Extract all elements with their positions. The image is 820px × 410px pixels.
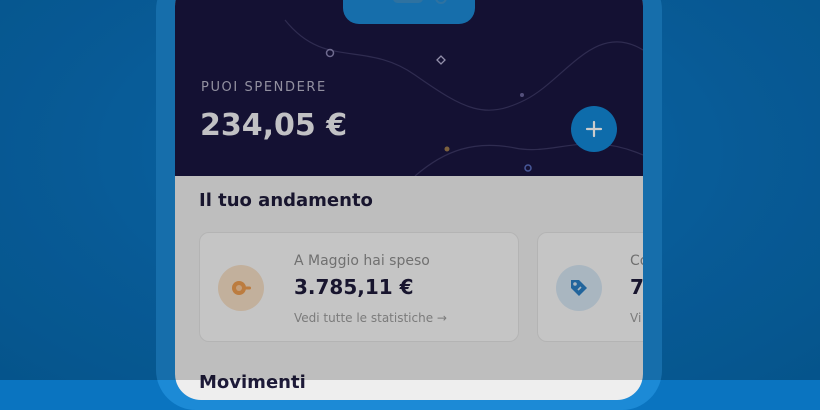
balance-value: 234,05 € xyxy=(200,108,348,143)
card-label: A Maggio hai speso xyxy=(294,253,430,269)
next-section-title: Movimenti xyxy=(199,372,306,393)
tag-icon xyxy=(556,265,602,311)
add-button[interactable] xyxy=(571,106,617,152)
card-label: Co xyxy=(630,253,643,269)
camera-icon xyxy=(435,0,447,4)
phone-notch xyxy=(343,0,475,24)
section-title: Il tuo andamento xyxy=(199,190,373,211)
phone-screen: PUOI SPENDERE 234,05 € Il tuo andamento … xyxy=(175,0,643,400)
card-value: 3.785,11 € xyxy=(294,275,414,299)
statistics-link[interactable]: Vedi tutte le statistiche → xyxy=(294,311,447,325)
card-link[interactable]: Vi xyxy=(630,311,641,325)
secondary-card[interactable]: Co 7 Vi xyxy=(537,232,643,342)
coins-icon xyxy=(218,265,264,311)
plus-icon xyxy=(585,120,603,138)
spending-card[interactable]: A Maggio hai speso 3.785,11 € Vedi tutte… xyxy=(199,232,519,342)
balance-label: PUOI SPENDERE xyxy=(201,80,327,95)
balance-header: PUOI SPENDERE 234,05 € xyxy=(175,0,643,176)
speaker-grille xyxy=(393,0,423,3)
card-value: 7 xyxy=(630,275,643,299)
